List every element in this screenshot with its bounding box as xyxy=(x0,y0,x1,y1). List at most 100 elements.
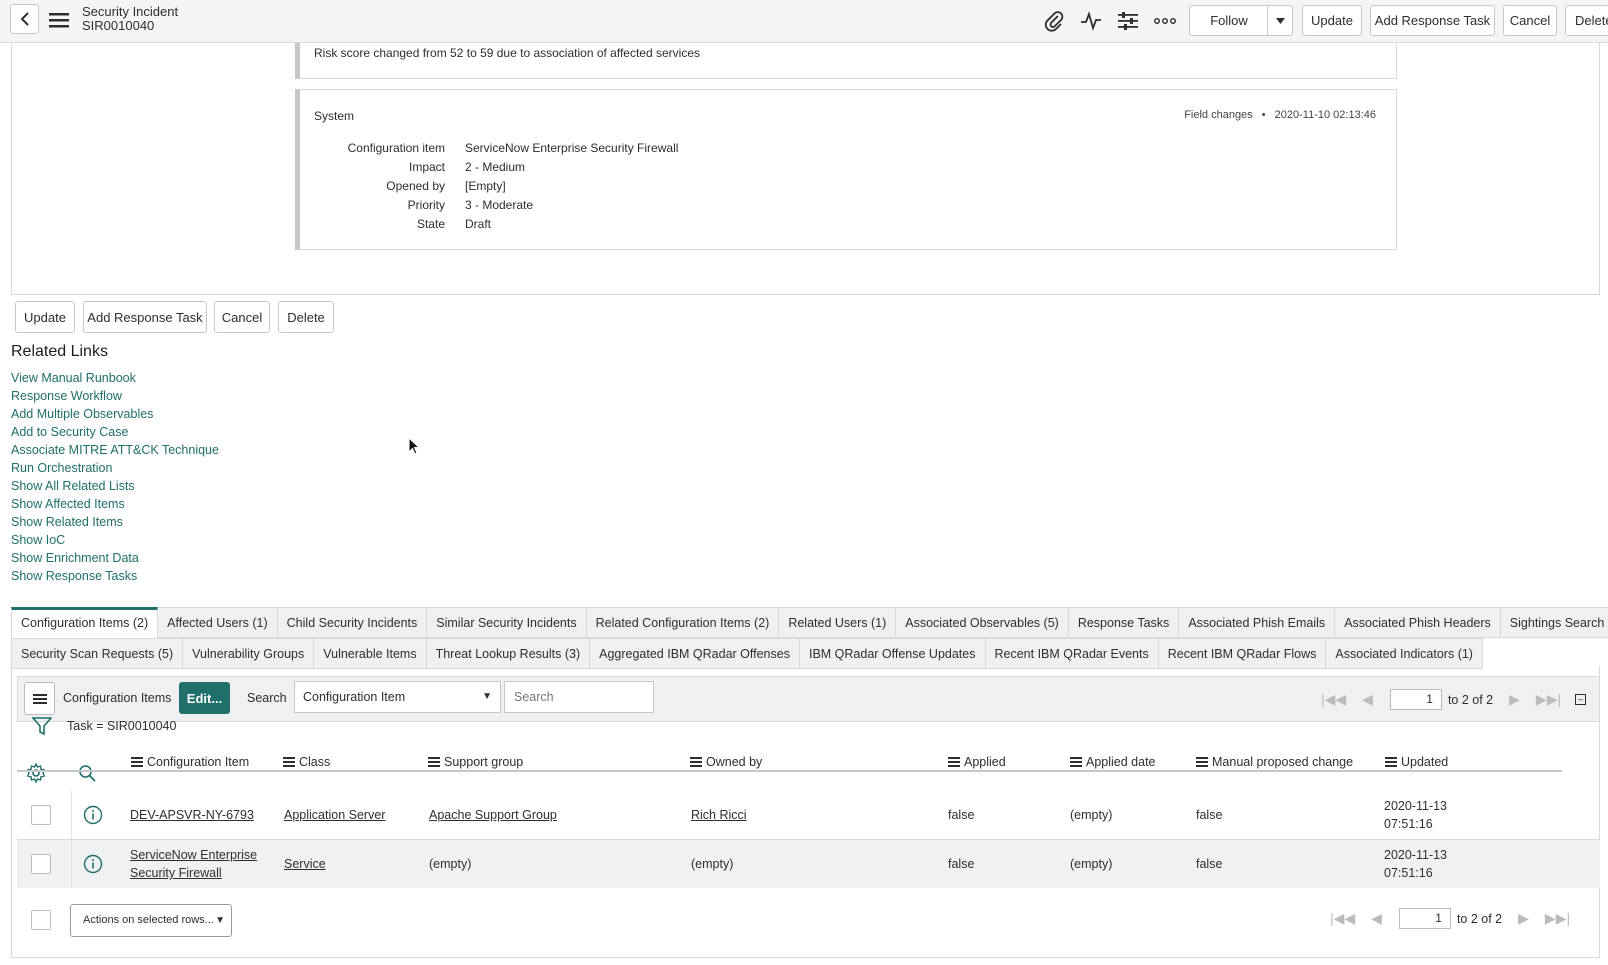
header-add-response-task-button[interactable]: Add Response Task xyxy=(1370,5,1495,36)
related-link-show-all-related-lists[interactable]: Show All Related Lists xyxy=(11,477,219,495)
search-icon[interactable] xyxy=(78,764,96,782)
column-menu-icon[interactable] xyxy=(690,755,702,769)
header-cancel-button[interactable]: Cancel xyxy=(1503,5,1557,36)
follow-dropdown-button[interactable] xyxy=(1267,5,1293,36)
related-links-list: View Manual Runbook Response Workflow Ad… xyxy=(11,369,219,585)
first-page-icon[interactable]: |◀◀ xyxy=(1321,691,1346,708)
info-icon[interactable] xyxy=(83,854,103,874)
form-title-number: SIR0010040 xyxy=(82,18,155,33)
column-menu-icon[interactable] xyxy=(1070,755,1082,769)
related-link-show-related-items[interactable]: Show Related Items xyxy=(11,513,219,531)
attachment-button[interactable] xyxy=(1041,8,1067,34)
activity-button[interactable] xyxy=(1078,8,1104,34)
related-link-show-affected-items[interactable]: Show Affected Items xyxy=(11,495,219,513)
column-menu-icon[interactable] xyxy=(283,755,295,769)
related-link-show-ioc[interactable]: Show IoC xyxy=(11,531,219,549)
more-options-button[interactable] xyxy=(1152,8,1178,34)
page-number-input[interactable]: 1 xyxy=(1398,908,1451,929)
actions-on-selected-rows-select[interactable]: Actions on selected rows... ▼ xyxy=(70,904,232,937)
row-checkbox[interactable] xyxy=(31,805,51,825)
tab-vulnerable-items[interactable]: Vulnerable Items xyxy=(314,638,427,669)
field-change-row: Opened by [Empty] xyxy=(300,179,505,198)
related-link-run-orchestration[interactable]: Run Orchestration xyxy=(11,459,219,477)
tab-recent-qradar-events[interactable]: Recent IBM QRadar Events xyxy=(985,638,1159,669)
tab-response-tasks[interactable]: Response Tasks xyxy=(1068,607,1180,638)
tab-child-security-incidents[interactable]: Child Security Incidents xyxy=(277,607,428,638)
row-checkbox[interactable] xyxy=(31,854,51,874)
column-header-owned-by[interactable]: Owned by xyxy=(690,754,762,770)
add-response-task-button[interactable]: Add Response Task xyxy=(83,301,207,333)
back-button[interactable] xyxy=(10,4,39,34)
next-page-icon[interactable]: ▶ xyxy=(1518,910,1529,927)
personalize-form-button[interactable] xyxy=(1115,8,1141,34)
last-page-icon[interactable]: ▶▶| xyxy=(1545,910,1570,927)
tab-associated-observables[interactable]: Associated Observables (5) xyxy=(896,607,1069,638)
filter-funnel-icon[interactable] xyxy=(32,716,52,736)
select-all-checkbox[interactable] xyxy=(31,910,51,930)
column-header-manual-proposed-change[interactable]: Manual proposed change xyxy=(1196,754,1353,770)
delete-button[interactable]: Delete xyxy=(278,301,334,333)
prev-page-icon[interactable]: ◀ xyxy=(1362,691,1373,708)
cell-configuration-item[interactable]: ServiceNow Enterprise Security Firewall xyxy=(130,846,257,882)
tab-qradar-offense-updates[interactable]: IBM QRadar Offense Updates xyxy=(799,638,986,669)
tab-security-scan-requests[interactable]: Security Scan Requests (5) xyxy=(11,638,184,669)
follow-button[interactable]: Follow xyxy=(1189,5,1268,36)
last-page-icon[interactable]: ▶▶| xyxy=(1536,691,1561,708)
prev-page-icon[interactable]: ◀ xyxy=(1371,910,1382,927)
column-menu-icon[interactable] xyxy=(428,755,440,769)
header-delete-button[interactable]: Delete xyxy=(1565,5,1608,36)
cell-support-group[interactable]: Apache Support Group xyxy=(429,806,557,824)
related-link-add-to-security-case[interactable]: Add to Security Case xyxy=(11,423,219,441)
related-link-show-response-tasks[interactable]: Show Response Tasks xyxy=(11,567,219,585)
collapse-icon[interactable]: – xyxy=(1575,694,1587,705)
tab-sightings-search-details[interactable]: Sightings Search Details xyxy=(1500,607,1608,638)
tab-aggregated-qradar-offenses[interactable]: Aggregated IBM QRadar Offenses xyxy=(590,638,800,669)
column-menu-icon[interactable] xyxy=(948,755,960,769)
header-update-button[interactable]: Update xyxy=(1302,5,1362,36)
tab-vulnerability-groups[interactable]: Vulnerability Groups xyxy=(183,638,315,669)
info-icon[interactable] xyxy=(83,805,103,825)
tab-threat-lookup-results[interactable]: Threat Lookup Results (3) xyxy=(426,638,591,669)
column-header-support-group[interactable]: Support group xyxy=(428,754,523,770)
cancel-button[interactable]: Cancel xyxy=(214,301,270,333)
gear-icon[interactable] xyxy=(26,763,46,783)
more-horizontal-icon xyxy=(1154,18,1176,24)
column-header-label: Applied date xyxy=(1086,755,1156,769)
tab-configuration-items[interactable]: Configuration Items (2) xyxy=(11,607,159,638)
cell-class[interactable]: Service xyxy=(284,855,326,873)
tab-associated-indicators[interactable]: Associated Indicators (1) xyxy=(1326,638,1483,669)
page-number-input[interactable]: 1 xyxy=(1389,689,1442,710)
search-input[interactable] xyxy=(504,681,654,713)
related-link-view-manual-runbook[interactable]: View Manual Runbook xyxy=(11,369,219,387)
tab-similar-security-incidents[interactable]: Similar Security Incidents xyxy=(427,607,587,638)
column-header-applied-date[interactable]: Applied date xyxy=(1070,754,1156,770)
hamburger-menu-button[interactable] xyxy=(48,9,70,31)
update-button[interactable]: Update xyxy=(15,301,75,333)
related-link-associate-mitre[interactable]: Associate MITRE ATT&CK Technique xyxy=(11,441,219,459)
tab-recent-qradar-flows[interactable]: Recent IBM QRadar Flows xyxy=(1158,638,1327,669)
first-page-icon[interactable]: |◀◀ xyxy=(1330,910,1355,927)
column-menu-icon[interactable] xyxy=(131,755,143,769)
tab-related-configuration-items[interactable]: Related Configuration Items (2) xyxy=(586,607,780,638)
next-page-icon[interactable]: ▶ xyxy=(1509,691,1520,708)
cell-configuration-item[interactable]: DEV-APSVR-NY-6793 xyxy=(130,806,254,824)
column-header-updated[interactable]: Updated xyxy=(1385,754,1448,770)
related-link-show-enrichment-data[interactable]: Show Enrichment Data xyxy=(11,549,219,567)
related-link-add-multiple-observables[interactable]: Add Multiple Observables xyxy=(11,405,219,423)
tab-affected-users[interactable]: Affected Users (1) xyxy=(158,607,278,638)
column-header-class[interactable]: Class xyxy=(283,754,330,770)
tab-associated-phish-emails[interactable]: Associated Phish Emails xyxy=(1179,607,1336,638)
column-menu-icon[interactable] xyxy=(1385,755,1397,769)
cell-owned-by[interactable]: Rich Ricci xyxy=(691,806,747,824)
edit-button[interactable]: Edit... xyxy=(179,682,230,714)
bottom-pager: |◀◀ ◀ 1 to 2 of 2 ▶ ▶▶| xyxy=(1330,908,1570,929)
list-context-menu-button[interactable] xyxy=(24,682,55,715)
tab-associated-phish-headers[interactable]: Associated Phish Headers xyxy=(1335,607,1501,638)
column-header-configuration-item[interactable]: Configuration Item xyxy=(131,754,249,770)
tab-related-users[interactable]: Related Users (1) xyxy=(779,607,897,638)
column-menu-icon[interactable] xyxy=(1196,755,1208,769)
related-link-response-workflow[interactable]: Response Workflow xyxy=(11,387,219,405)
cell-class[interactable]: Application Server xyxy=(284,806,385,824)
search-field-select[interactable]: Configuration Item ▼ xyxy=(294,681,501,713)
column-header-applied[interactable]: Applied xyxy=(948,754,1006,770)
